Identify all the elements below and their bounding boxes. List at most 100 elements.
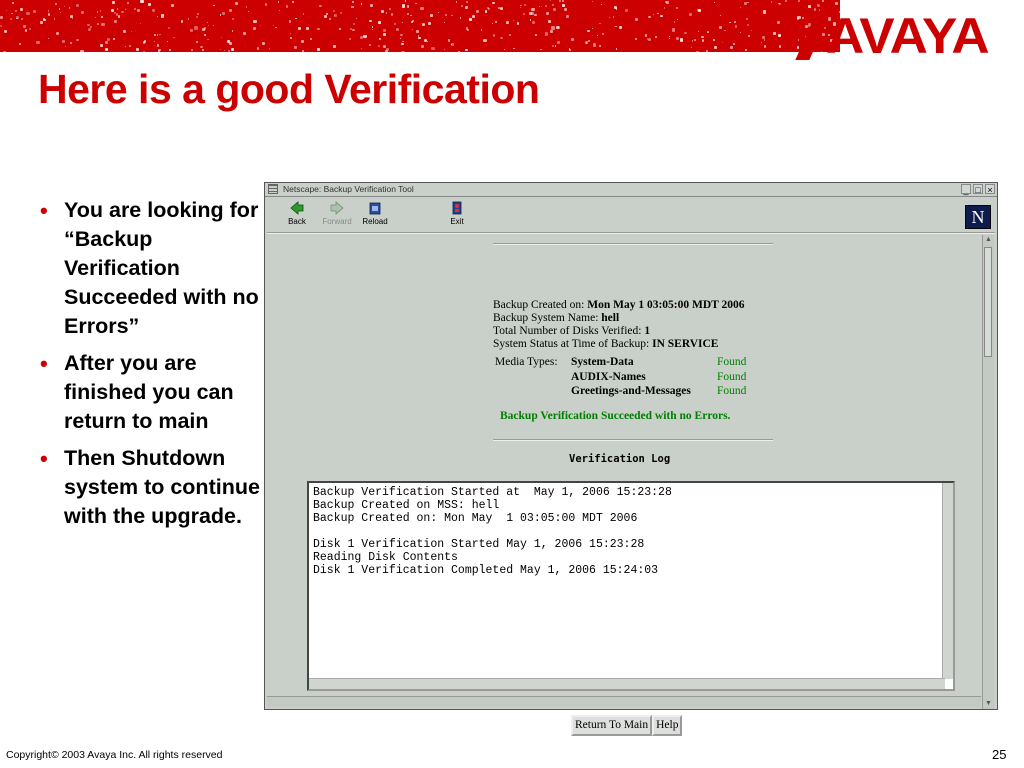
band-speck <box>529 19 532 21</box>
disks-row: Total Number of Disks Verified: 1 <box>493 325 744 338</box>
bullet-text: After you are finished you can return to… <box>64 351 234 433</box>
band-speck <box>500 36 503 40</box>
band-speck <box>200 45 203 49</box>
verification-log-textarea[interactable]: Backup Verification Started at May 1, 20… <box>307 481 955 691</box>
band-speck <box>117 15 121 19</box>
band-speck <box>87 27 92 31</box>
maximize-button[interactable]: □ <box>973 184 983 195</box>
band-speck <box>80 50 84 52</box>
band-speck <box>352 5 355 9</box>
band-speck <box>288 20 292 23</box>
band-speck <box>584 40 589 44</box>
toolbar-separator <box>267 232 995 234</box>
band-speck <box>512 19 514 22</box>
band-speck <box>64 45 67 48</box>
band-speck <box>243 32 246 35</box>
log-vertical-scrollbar[interactable] <box>942 483 953 679</box>
band-speck <box>206 21 209 24</box>
band-speck <box>112 37 116 41</box>
band-speck <box>675 36 679 40</box>
reload-button[interactable]: Reload <box>353 198 397 231</box>
band-speck <box>148 2 152 6</box>
page-horizontal-scrollbar[interactable] <box>267 696 981 707</box>
minimize-button[interactable]: _ <box>961 184 971 195</box>
band-speck <box>778 44 782 48</box>
band-speck <box>306 27 309 31</box>
band-speck <box>660 14 663 18</box>
band-speck <box>443 49 445 51</box>
band-speck <box>500 7 504 11</box>
band-speck <box>492 34 495 37</box>
close-button[interactable]: × <box>985 184 995 195</box>
back-button[interactable]: Back <box>275 198 319 231</box>
band-speck <box>498 7 500 9</box>
band-speck <box>407 13 410 16</box>
exit-icon <box>452 201 462 215</box>
media-type-status: Found <box>717 356 747 368</box>
log-text: Backup Verification Started at May 1, 20… <box>313 486 672 577</box>
band-speck <box>684 31 687 35</box>
exit-button[interactable]: Exit <box>435 198 479 231</box>
scroll-up-icon[interactable]: ▲ <box>983 235 994 245</box>
band-speck <box>634 17 638 21</box>
band-speck <box>713 1 715 3</box>
band-speck <box>646 37 649 40</box>
band-speck <box>615 25 617 28</box>
band-speck <box>76 38 80 42</box>
band-speck <box>71 18 74 20</box>
band-speck <box>32 10 36 14</box>
backup-info: Backup Created on: Mon May 1 03:05:00 MD… <box>493 299 744 351</box>
band-speck <box>503 48 506 51</box>
band-speck <box>674 21 676 23</box>
window-titlebar[interactable]: Netscape: Backup Verification Tool _ □ × <box>265 183 997 197</box>
window-title: Netscape: Backup Verification Tool <box>283 184 414 194</box>
band-speck <box>323 14 328 18</box>
band-speck <box>36 40 40 45</box>
band-speck <box>556 41 560 45</box>
band-speck <box>763 45 767 48</box>
band-speck <box>383 33 386 37</box>
band-speck <box>339 27 342 30</box>
bullet-text: Then Shutdown system to continue with th… <box>64 446 260 528</box>
band-speck <box>16 17 18 20</box>
band-speck <box>383 28 387 33</box>
band-speck <box>154 34 157 36</box>
band-speck <box>635 37 638 40</box>
band-speck <box>11 1 14 4</box>
band-speck <box>544 32 548 36</box>
band-speck <box>253 20 257 24</box>
scroll-down-icon[interactable]: ▼ <box>983 699 994 709</box>
band-speck <box>484 9 488 13</box>
band-speck <box>55 3 58 5</box>
band-speck <box>76 3 80 7</box>
log-horizontal-scrollbar[interactable] <box>309 678 945 689</box>
band-speck <box>130 31 132 33</box>
help-button[interactable]: Help <box>652 715 683 736</box>
band-speck <box>776 20 780 25</box>
window-menu-icon[interactable] <box>268 184 278 194</box>
band-speck <box>751 29 753 31</box>
band-speck <box>0 25 3 28</box>
band-speck <box>601 4 603 6</box>
return-to-main-button[interactable]: Return To Main <box>571 715 653 736</box>
band-speck <box>835 1 839 5</box>
band-speck <box>552 45 554 47</box>
band-speck <box>796 17 800 20</box>
band-speck <box>168 48 172 52</box>
scroll-thumb[interactable] <box>984 247 992 357</box>
band-speck <box>317 27 320 31</box>
band-speck <box>220 36 223 39</box>
band-speck <box>231 18 234 21</box>
band-speck <box>540 48 542 51</box>
band-speck <box>822 33 825 36</box>
band-speck <box>545 11 550 16</box>
band-speck <box>197 12 199 15</box>
band-speck <box>770 1 773 4</box>
band-speck <box>706 30 710 34</box>
band-speck <box>778 2 782 6</box>
band-speck <box>554 45 557 47</box>
back-label: Back <box>288 217 306 226</box>
band-speck <box>48 10 50 12</box>
band-speck <box>105 41 109 45</box>
page-vertical-scrollbar[interactable]: ▲ ▼ <box>982 235 994 709</box>
